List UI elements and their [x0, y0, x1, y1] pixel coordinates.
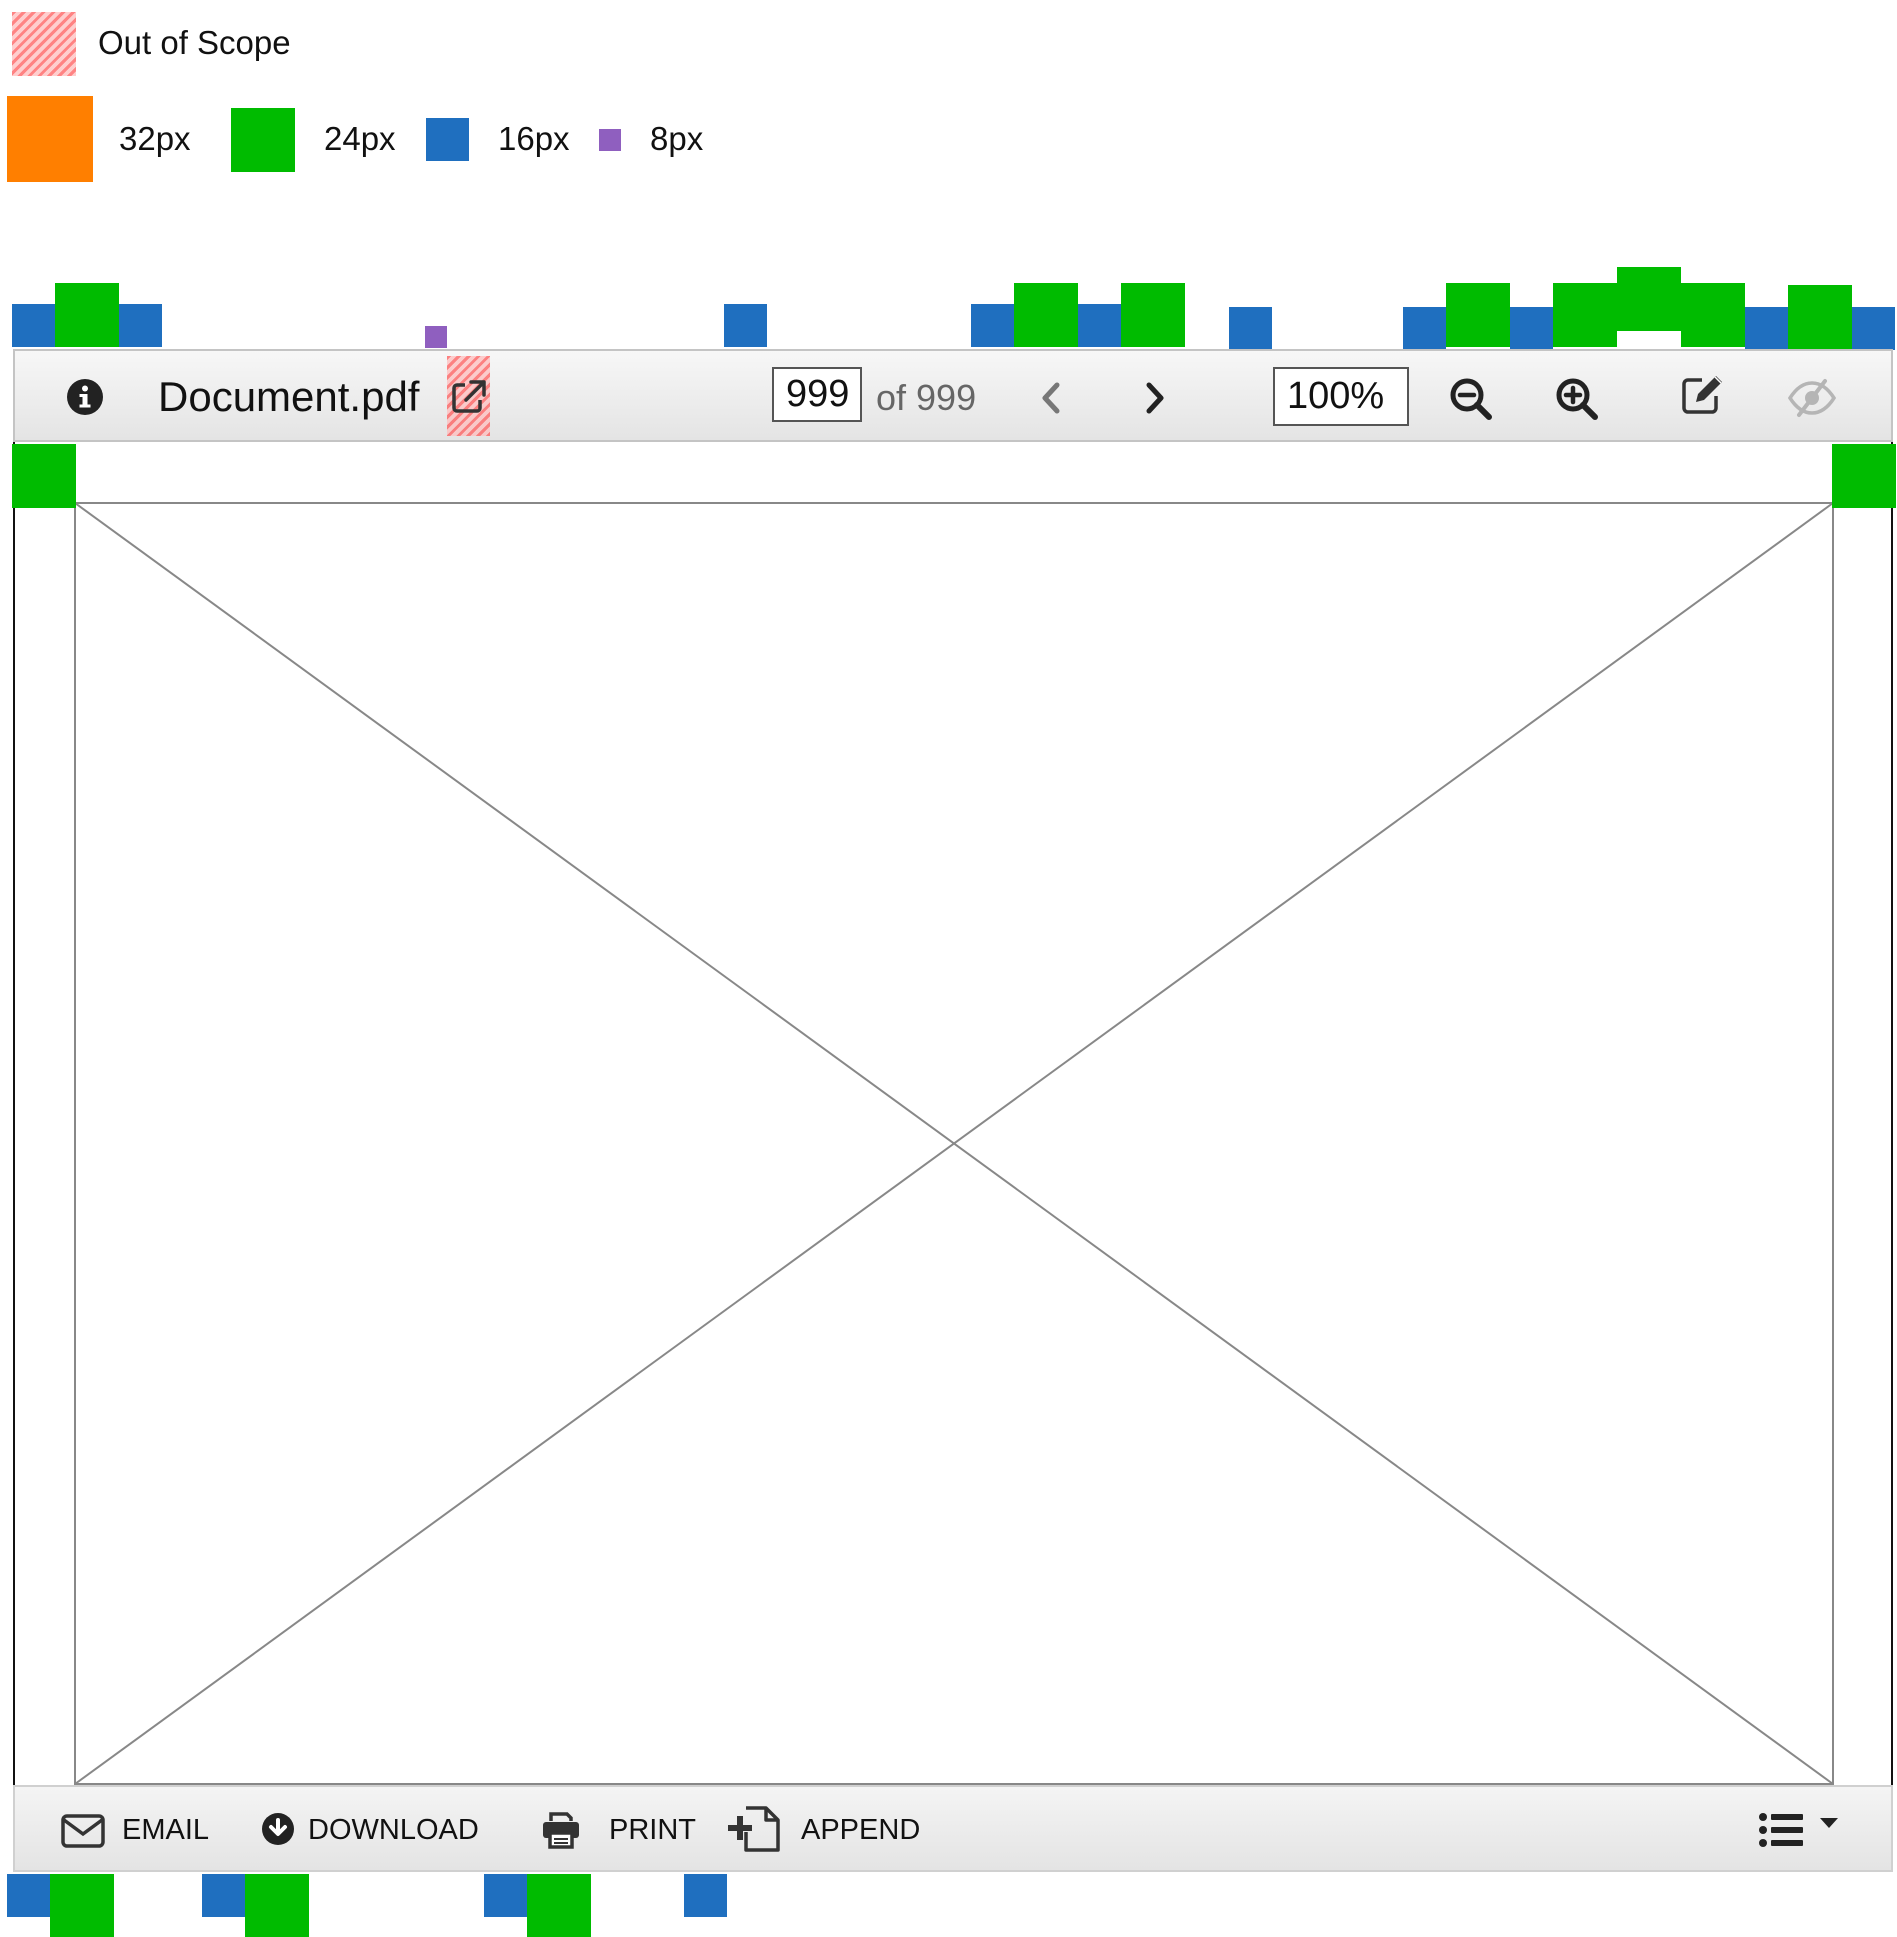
spacing-marker — [1745, 307, 1788, 350]
spacing-marker — [55, 283, 119, 347]
zoom-input[interactable] — [1273, 367, 1409, 426]
print-label: PRINT — [609, 1814, 696, 1846]
spacing-marker — [12, 444, 76, 508]
spacing-marker — [1229, 307, 1272, 350]
spacing-marker — [1681, 283, 1745, 347]
download-circle-icon — [259, 1809, 297, 1849]
spacing-marker — [1852, 307, 1895, 350]
legend-label-32px: 32px — [119, 120, 191, 157]
list-dropdown-icon[interactable] — [1755, 1807, 1845, 1853]
page-total-label: of 999 — [876, 377, 977, 418]
zoom-in-icon[interactable] — [1552, 374, 1602, 424]
append-button[interactable]: APPEND — [725, 1801, 945, 1857]
spacing-marker — [684, 1874, 727, 1917]
download-label: DOWNLOAD — [308, 1814, 479, 1846]
edit-icon[interactable] — [1678, 369, 1728, 419]
file-plus-icon — [725, 1801, 785, 1855]
append-label: APPEND — [801, 1814, 921, 1846]
spacing-marker — [425, 326, 447, 348]
spacing-marker — [7, 1874, 50, 1917]
info-circle-icon[interactable] — [65, 377, 105, 417]
spacing-marker — [484, 1874, 527, 1917]
legend-swatch-16px — [426, 118, 469, 161]
zoom-out-icon[interactable] — [1446, 374, 1496, 424]
spacing-marker — [119, 304, 162, 347]
spacing-marker — [1832, 444, 1896, 508]
legend-label-16px: 16px — [498, 120, 570, 157]
chevron-right-icon[interactable] — [1135, 375, 1175, 421]
printer-icon — [540, 1809, 582, 1851]
spacing-marker — [724, 304, 767, 347]
legend-label-24px: 24px — [324, 120, 396, 157]
out-of-scope-label: Out of Scope — [98, 24, 291, 61]
spacing-marker — [1553, 283, 1617, 347]
spacing-marker — [527, 1874, 591, 1937]
eye-slash-icon[interactable] — [1785, 373, 1839, 423]
legend-swatch-24px — [231, 108, 295, 172]
spacing-marker — [1121, 283, 1185, 347]
spacing-marker — [202, 1874, 245, 1917]
out-of-scope-swatch — [12, 12, 76, 76]
email-button[interactable]: EMAIL — [60, 1809, 210, 1853]
spacing-marker — [1510, 307, 1553, 350]
legend-label-8px: 8px — [650, 120, 704, 157]
spacing-marker — [50, 1874, 114, 1937]
spacing-marker — [1788, 285, 1852, 349]
spacing-marker — [12, 304, 55, 347]
download-button[interactable]: DOWNLOAD — [259, 1809, 489, 1853]
envelope-icon — [60, 1809, 106, 1853]
spacing-marker — [1617, 267, 1681, 331]
action-bar: EMAIL DOWNLOAD PRINT APPEND — [13, 1785, 1893, 1872]
chevron-left-icon[interactable] — [1031, 375, 1071, 421]
spacing-marker — [971, 304, 1014, 347]
document-page-placeholder — [74, 502, 1834, 1785]
page-number-input[interactable] — [772, 367, 862, 422]
spacing-marker — [1014, 283, 1078, 347]
spacing-marker — [1078, 304, 1121, 347]
legend-swatch-32px — [7, 96, 93, 182]
document-title: Document.pdf — [158, 373, 420, 420]
spacing-marker — [1446, 283, 1510, 347]
external-link-icon[interactable] — [447, 356, 490, 436]
print-button[interactable]: PRINT — [540, 1809, 700, 1853]
spacing-marker — [245, 1874, 309, 1937]
legend-swatch-8px — [599, 129, 621, 151]
email-label: EMAIL — [122, 1814, 210, 1846]
viewer-toolbar: Document.pdf of 999 — [13, 349, 1893, 442]
spacing-marker — [1403, 307, 1446, 350]
